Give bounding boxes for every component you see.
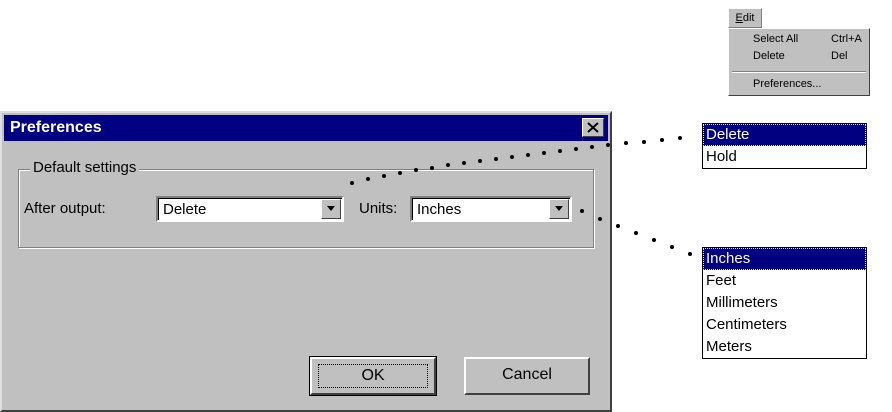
after-output-connector [350, 136, 682, 185]
callout-connectors [350, 136, 692, 256]
units-connector [580, 209, 692, 256]
canvas: Edit Select All Ctrl+A Delete Del Prefer… [0, 0, 892, 412]
